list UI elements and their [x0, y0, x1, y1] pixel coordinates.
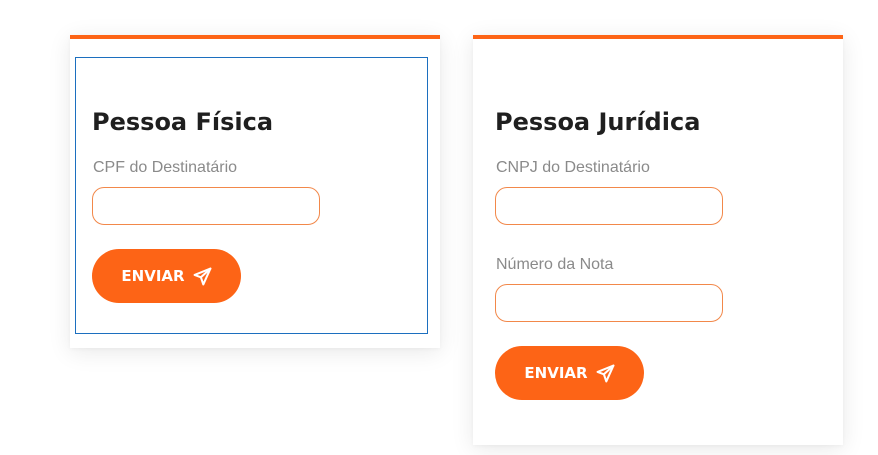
pessoa-fisica-title: Pessoa Física [92, 108, 274, 136]
paper-plane-icon [596, 364, 615, 383]
pessoa-fisica-submit-button[interactable]: ENVIAR [92, 249, 241, 303]
card-top-accent-bar [473, 35, 843, 39]
submit-button-label: ENVIAR [524, 364, 588, 382]
nota-label: Número da Nota [496, 256, 614, 273]
cpf-label: CPF do Destinatário [93, 159, 238, 176]
paper-plane-icon [193, 267, 212, 286]
pessoa-juridica-title: Pessoa Jurídica [495, 108, 701, 136]
submit-button-label: ENVIAR [121, 267, 185, 285]
cnpj-label: CNPJ do Destinatário [496, 159, 650, 176]
cnpj-input[interactable] [495, 187, 723, 225]
nota-input[interactable] [495, 284, 723, 322]
cpf-input[interactable] [92, 187, 320, 225]
pessoa-juridica-submit-button[interactable]: ENVIAR [495, 346, 644, 400]
card-top-accent-bar [70, 35, 440, 39]
